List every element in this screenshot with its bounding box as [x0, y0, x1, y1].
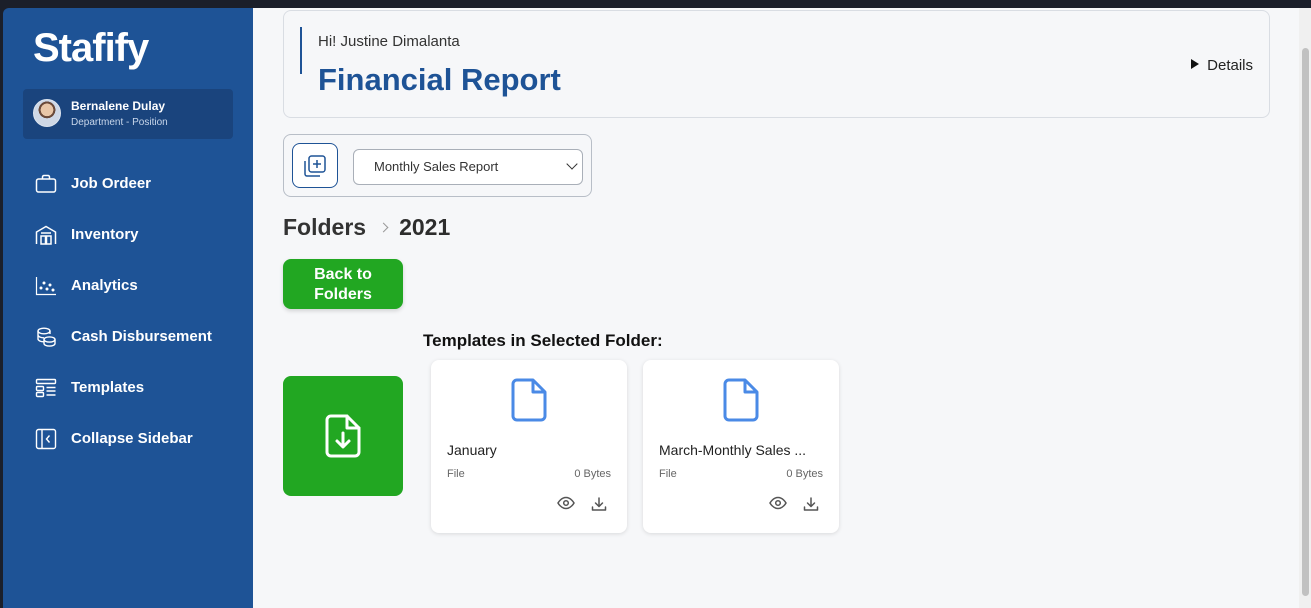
file-type: File	[659, 468, 677, 480]
add-template-button[interactable]	[292, 143, 338, 188]
file-icon	[723, 378, 759, 422]
template-file-card[interactable]: January File 0 Bytes	[431, 360, 627, 533]
sidebar-item-analytics[interactable]: Analytics	[3, 260, 253, 311]
sidebar-item-cash-disbursement[interactable]: Cash Disbursement	[3, 311, 253, 362]
file-name: March-Monthly Sales ...	[659, 442, 807, 458]
add-copy-icon	[304, 154, 326, 177]
breadcrumb-folders[interactable]: Folders	[283, 214, 366, 241]
file-size: 0 Bytes	[786, 468, 823, 480]
coins-icon	[35, 326, 57, 348]
caret-right-icon	[1191, 59, 1200, 69]
details-toggle[interactable]: Details	[1191, 57, 1253, 74]
warehouse-icon	[35, 224, 57, 246]
details-label: Details	[1207, 57, 1253, 74]
vertical-scrollbar[interactable]	[1299, 8, 1311, 608]
report-type-selected: Monthly Sales Report	[374, 159, 499, 174]
avatar	[33, 99, 61, 127]
download-icon[interactable]	[803, 496, 819, 512]
page-header: Hi! Justine Dimalanta Financial Report D…	[283, 10, 1270, 118]
eye-icon[interactable]	[557, 496, 575, 510]
sidebar-item-label: Job Ordeer	[71, 175, 152, 192]
templates-heading: Templates in Selected Folder:	[423, 331, 663, 350]
main-content: Hi! Justine Dimalanta Financial Report D…	[253, 8, 1299, 608]
eye-icon[interactable]	[769, 496, 787, 510]
app-logo: Stafify	[33, 26, 149, 70]
breadcrumb: Folders 2021	[283, 214, 450, 241]
template-layout-icon	[35, 377, 57, 399]
chevron-right-icon	[378, 222, 389, 233]
user-name: Bernalene Dulay	[71, 99, 166, 113]
sidebar: Stafify Bernalene Dulay Department - Pos…	[3, 8, 253, 608]
sidebar-item-label: Inventory	[71, 226, 139, 243]
report-toolbar: Monthly Sales Report	[283, 134, 592, 197]
report-type-select[interactable]: Monthly Sales Report	[353, 149, 583, 185]
scatter-chart-icon	[35, 275, 57, 297]
sidebar-nav: Job Ordeer Inventory Analytics Cash Disb…	[3, 158, 253, 464]
sidebar-item-templates[interactable]: Templates	[3, 362, 253, 413]
file-name: January	[447, 442, 497, 458]
sidebar-item-label: Cash Disbursement	[71, 328, 212, 345]
chevron-down-icon	[566, 158, 578, 170]
file-icon	[511, 378, 547, 422]
template-file-card[interactable]: March-Monthly Sales ... File 0 Bytes	[643, 360, 839, 533]
sidebar-item-collapse[interactable]: Collapse Sidebar	[3, 413, 253, 464]
user-role: Department - Position	[71, 117, 168, 128]
upload-template-tile[interactable]	[283, 376, 403, 496]
download-icon[interactable]	[591, 496, 607, 512]
collapse-sidebar-icon	[35, 428, 57, 450]
file-download-icon	[325, 414, 361, 458]
breadcrumb-current: 2021	[399, 214, 451, 240]
back-to-folders-button[interactable]: Back to Folders	[283, 259, 403, 309]
briefcase-icon	[35, 173, 57, 195]
page-title: Financial Report	[318, 62, 561, 97]
sidebar-item-label: Collapse Sidebar	[71, 430, 193, 447]
file-type: File	[447, 468, 465, 480]
scrollbar-thumb[interactable]	[1302, 48, 1309, 596]
file-size: 0 Bytes	[574, 468, 611, 480]
header-accent-bar	[300, 27, 302, 74]
sidebar-item-inventory[interactable]: Inventory	[3, 209, 253, 260]
window-top-bar	[0, 0, 1311, 8]
user-profile-card[interactable]: Bernalene Dulay Department - Position	[23, 89, 233, 139]
greeting-text: Hi! Justine Dimalanta	[318, 33, 460, 50]
sidebar-item-label: Analytics	[71, 277, 138, 294]
sidebar-item-job-order[interactable]: Job Ordeer	[3, 158, 253, 209]
sidebar-item-label: Templates	[71, 379, 145, 396]
